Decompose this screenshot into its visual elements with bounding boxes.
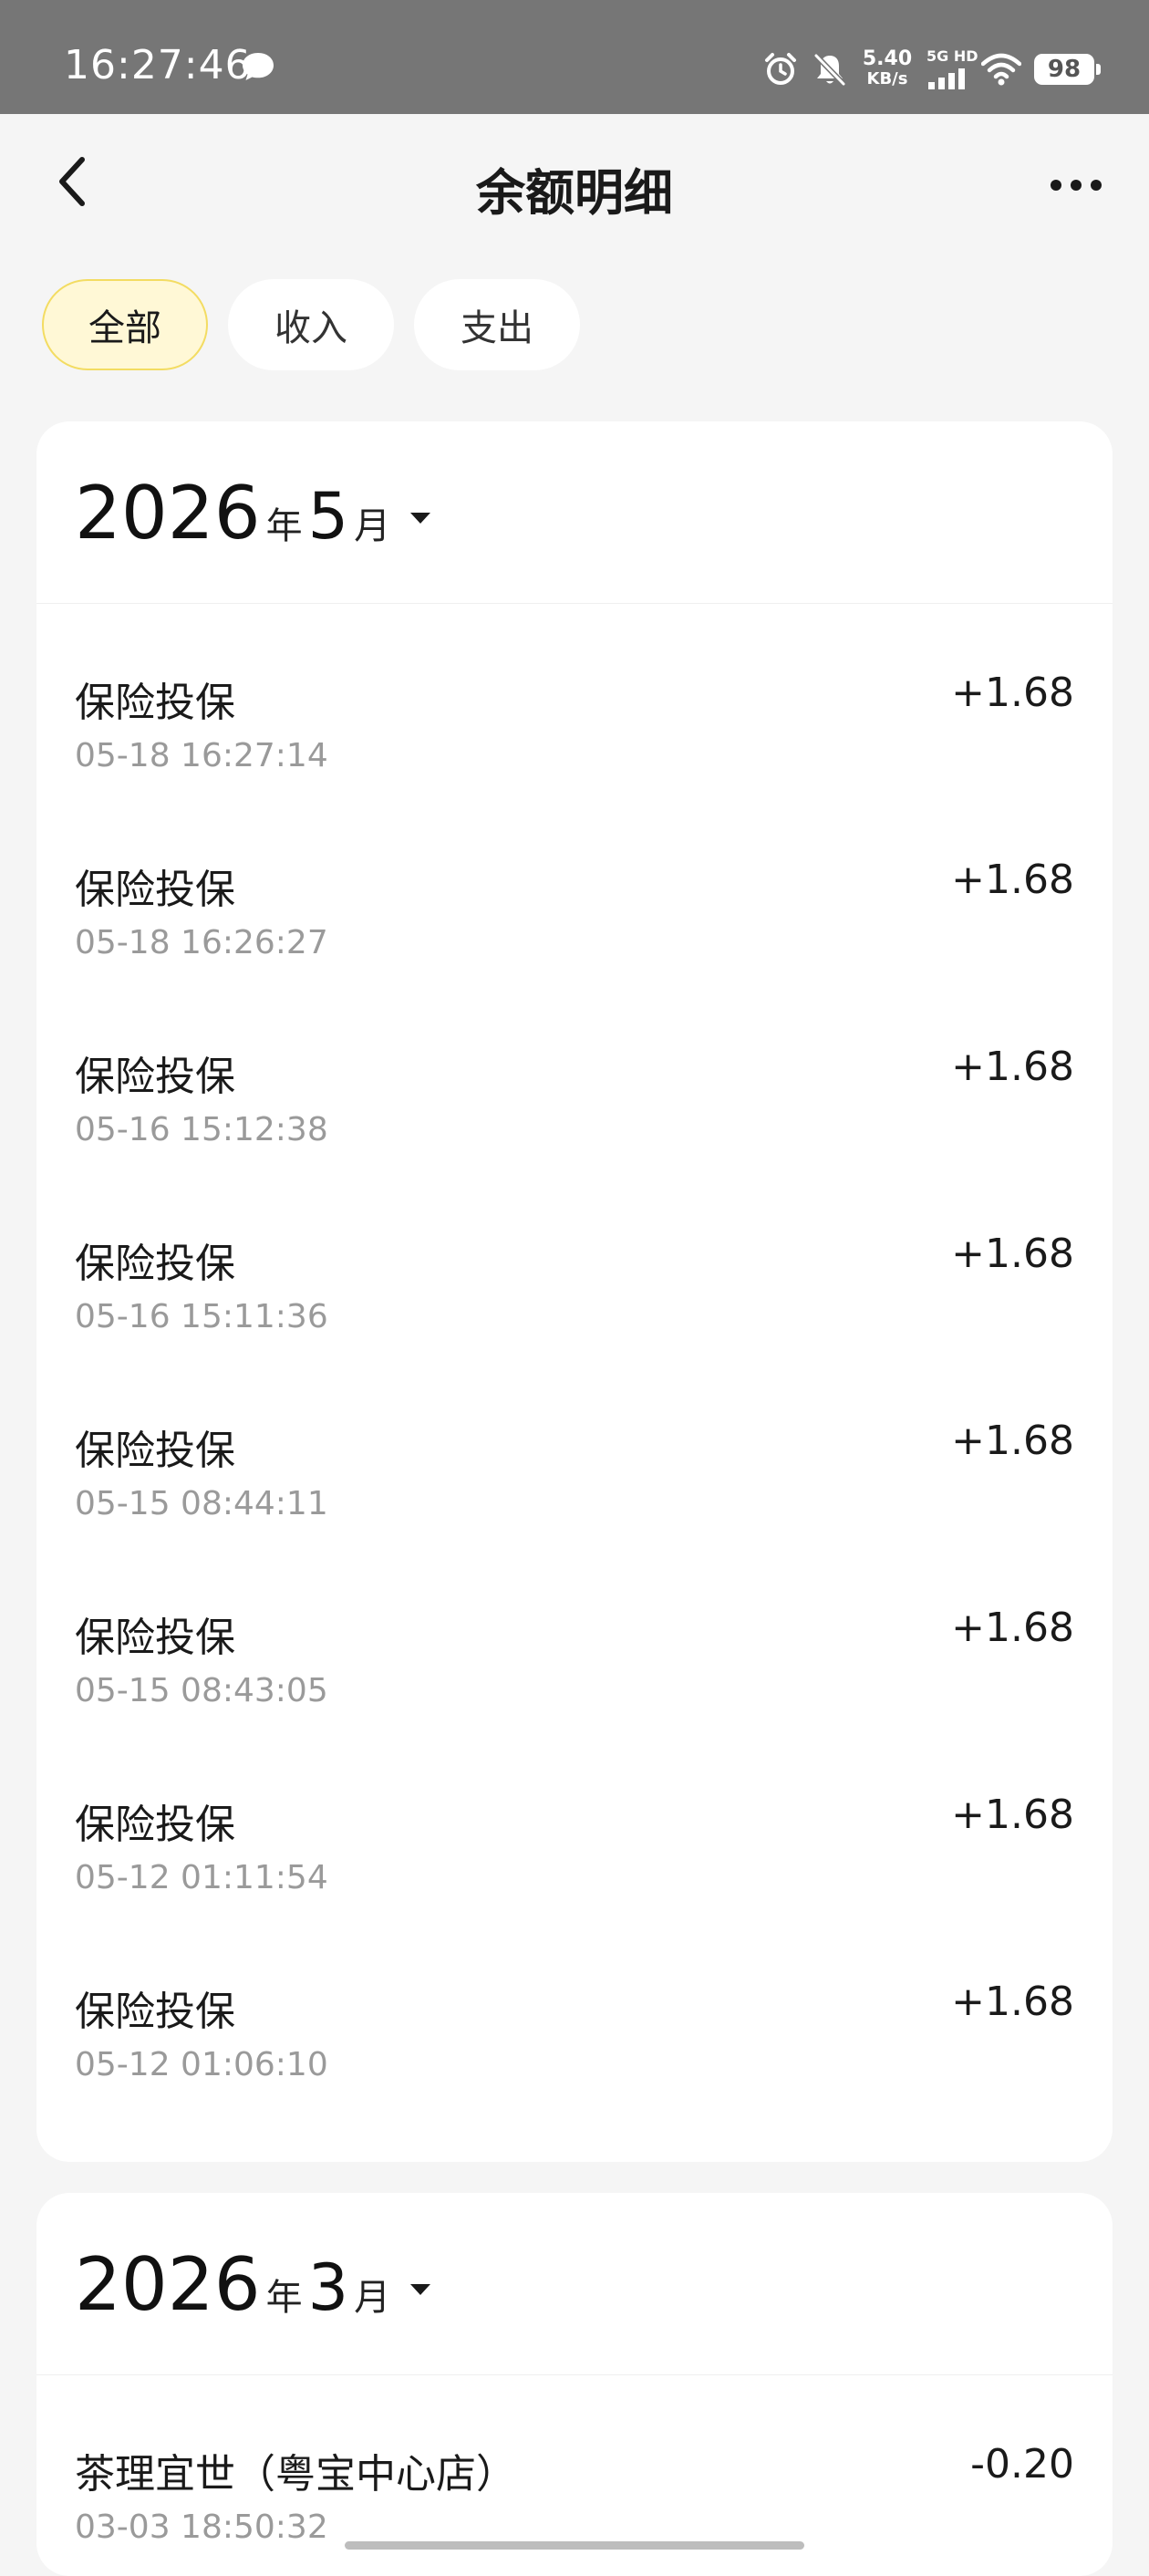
wifi-icon xyxy=(981,53,1021,86)
transaction-amount: +1.68 xyxy=(951,670,1074,716)
status-time: 16:27:46 xyxy=(64,42,252,88)
transaction-time: 05-18 16:27:14 xyxy=(75,737,328,774)
transaction-title: 保险投保 xyxy=(75,1615,235,1661)
status-icons: 5.40 KB/s 5G HD 98 xyxy=(762,47,1101,91)
cellular-signal: 5G HD xyxy=(926,47,978,89)
transaction-title: 保险投保 xyxy=(75,1802,235,1848)
filter-chip-income[interactable]: 收入 xyxy=(228,279,394,370)
transaction-row[interactable]: 保险投保 05-15 08:43:05 +1.68 xyxy=(36,1566,1113,1753)
month-header: 2026 年 5 月 xyxy=(36,421,1113,604)
month-suffix: 月 xyxy=(354,2277,391,2319)
month-card-march: 2026 年 3 月 茶理宜世（粤宝中心店） 03-03 18:50:32 -0… xyxy=(36,2193,1113,2576)
transaction-title: 保险投保 xyxy=(75,1241,235,1287)
filter-tabs: 全部 收入 支出 xyxy=(42,279,580,370)
month-number: 3 xyxy=(307,2250,349,2325)
transaction-amount: +1.68 xyxy=(951,1605,1074,1651)
transaction-title: 保险投保 xyxy=(75,1989,235,2035)
transaction-title: 保险投保 xyxy=(75,1054,235,1100)
transaction-time: 05-16 15:12:38 xyxy=(75,1111,328,1148)
year-suffix: 年 xyxy=(265,505,303,547)
net-speed-value: 5.40 xyxy=(862,47,913,70)
nav-bar: 余额明细 xyxy=(0,114,1149,251)
month-year: 2026 xyxy=(75,471,261,556)
month-year: 2026 xyxy=(75,2242,261,2327)
net-speed: 5.40 KB/s xyxy=(861,49,914,89)
net-speed-unit: KB/s xyxy=(866,69,908,88)
transaction-time: 05-18 16:26:27 xyxy=(75,924,328,961)
caret-down-icon xyxy=(410,512,431,524)
month-suffix: 月 xyxy=(354,505,391,547)
filter-chip-expense[interactable]: 支出 xyxy=(414,279,580,370)
battery-indicator: 98 xyxy=(1034,54,1101,85)
transaction-title: 保险投保 xyxy=(75,680,235,726)
transaction-time: 05-15 08:44:11 xyxy=(75,1485,328,1522)
alarm-icon xyxy=(765,53,796,85)
transaction-row[interactable]: 保险投保 05-18 16:26:27 +1.68 xyxy=(36,818,1113,1005)
transaction-row[interactable]: 保险投保 05-12 01:06:10 +1.68 xyxy=(36,1940,1113,2127)
transaction-title: 保险投保 xyxy=(75,1428,235,1474)
more-dots-icon[interactable] xyxy=(1040,149,1113,222)
transaction-list: 保险投保 05-18 16:27:14 +1.68 保险投保 05-18 16:… xyxy=(36,604,1113,2127)
transaction-row[interactable]: 保险投保 05-15 08:44:11 +1.68 xyxy=(36,1379,1113,1566)
transaction-row[interactable]: 保险投保 05-18 16:27:14 +1.68 xyxy=(36,631,1113,818)
transaction-title: 保险投保 xyxy=(75,867,235,913)
transaction-time: 05-16 15:11:36 xyxy=(75,1298,328,1335)
home-indicator[interactable] xyxy=(345,2541,804,2550)
month-number: 5 xyxy=(307,479,349,554)
transaction-time: 05-15 08:43:05 xyxy=(75,1672,328,1709)
filter-chip-all[interactable]: 全部 xyxy=(42,279,208,370)
year-suffix: 年 xyxy=(265,2277,303,2319)
transaction-row[interactable]: 保险投保 05-12 01:11:54 +1.68 xyxy=(36,1753,1113,1940)
month-selector[interactable]: 2026 年 3 月 xyxy=(75,2242,432,2327)
bell-off-icon xyxy=(813,53,846,87)
transaction-amount: +1.68 xyxy=(951,1044,1074,1090)
transaction-time: 03-03 18:50:32 xyxy=(75,2508,328,2546)
chat-bubble-icon xyxy=(243,53,274,80)
transaction-amount: +1.68 xyxy=(951,857,1074,903)
transaction-amount: +1.68 xyxy=(951,1418,1074,1464)
transaction-amount: -0.20 xyxy=(970,2441,1074,2488)
transaction-time: 05-12 01:06:10 xyxy=(75,2046,328,2083)
signal-bars-icon xyxy=(928,68,965,89)
transaction-row[interactable]: 保险投保 05-16 15:11:36 +1.68 xyxy=(36,1192,1113,1379)
transaction-amount: +1.68 xyxy=(951,1231,1074,1277)
month-selector[interactable]: 2026 年 5 月 xyxy=(75,471,432,556)
month-header: 2026 年 3 月 xyxy=(36,2193,1113,2375)
transaction-amount: +1.68 xyxy=(951,1792,1074,1838)
month-card-may: 2026 年 5 月 保险投保 05-18 16:27:14 +1.68 保险投… xyxy=(36,421,1113,2162)
signal-label: 5G HD xyxy=(926,47,978,65)
caret-down-icon xyxy=(410,2283,431,2295)
transaction-row[interactable]: 保险投保 05-16 15:12:38 +1.68 xyxy=(36,1005,1113,1192)
page-title: 余额明细 xyxy=(476,164,673,222)
transaction-time: 05-12 01:11:54 xyxy=(75,1859,328,1896)
transaction-amount: +1.68 xyxy=(951,1979,1074,2025)
transaction-title: 茶理宜世（粤宝中心店） xyxy=(75,2451,516,2498)
status-bar: 16:27:46 5.40 KB/s 5G HD 98 xyxy=(0,0,1149,114)
transaction-row[interactable]: 茶理宜世（粤宝中心店） 03-03 18:50:32 -0.20 xyxy=(36,2403,1113,2576)
